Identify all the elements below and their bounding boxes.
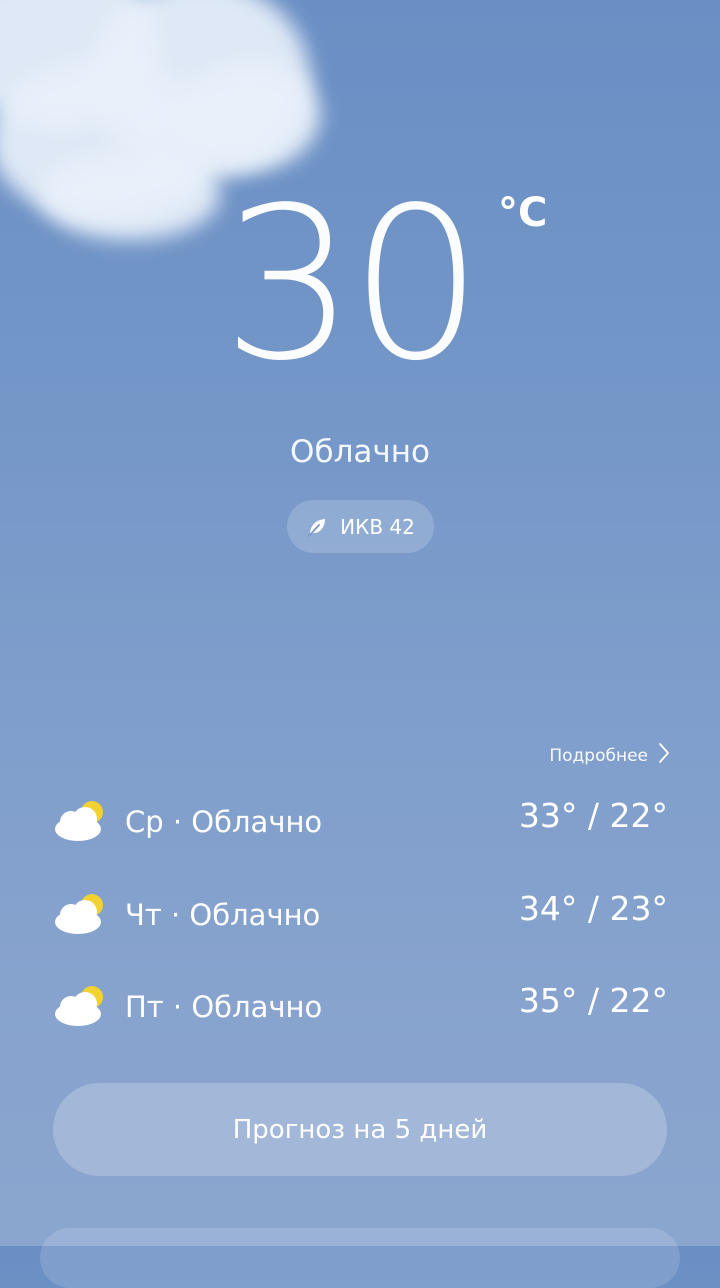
next-card bbox=[40, 1228, 680, 1288]
current-temperature: 30 °C bbox=[0, 170, 720, 400]
five-day-forecast-button[interactable]: Прогноз на 5 дней bbox=[53, 1083, 667, 1176]
forecast-temps: 34° / 23° bbox=[518, 889, 668, 928]
aqi-badge[interactable]: ИКВ 42 bbox=[287, 500, 434, 553]
partly-cloudy-icon bbox=[52, 798, 108, 842]
forecast-row[interactable]: Ср · Облачно 33° / 22° bbox=[52, 790, 670, 850]
details-link[interactable]: Подробнее bbox=[549, 742, 670, 769]
forecast-row[interactable]: Чт · Облачно 34° / 23° bbox=[52, 883, 670, 943]
forecast-temps: 35° / 22° bbox=[518, 981, 668, 1020]
forecast-day-label: Ср · Облачно bbox=[125, 805, 323, 839]
partly-cloudy-icon bbox=[52, 891, 108, 935]
forecast-day-label: Пт · Облачно bbox=[125, 990, 323, 1024]
leaf-icon bbox=[306, 516, 328, 538]
temperature-unit: °C bbox=[498, 190, 548, 236]
forecast-day-label: Чт · Облачно bbox=[125, 898, 321, 932]
chevron-right-icon bbox=[658, 742, 670, 769]
aqi-label: ИКВ 42 bbox=[340, 514, 415, 539]
forecast-temps: 33° / 22° bbox=[518, 796, 668, 835]
forecast-row[interactable]: Пт · Облачно 35° / 22° bbox=[52, 975, 670, 1035]
partly-cloudy-icon bbox=[52, 983, 108, 1027]
temperature-value: 30 bbox=[222, 162, 483, 407]
details-label: Подробнее bbox=[549, 745, 648, 766]
current-condition: Облачно bbox=[290, 434, 430, 470]
